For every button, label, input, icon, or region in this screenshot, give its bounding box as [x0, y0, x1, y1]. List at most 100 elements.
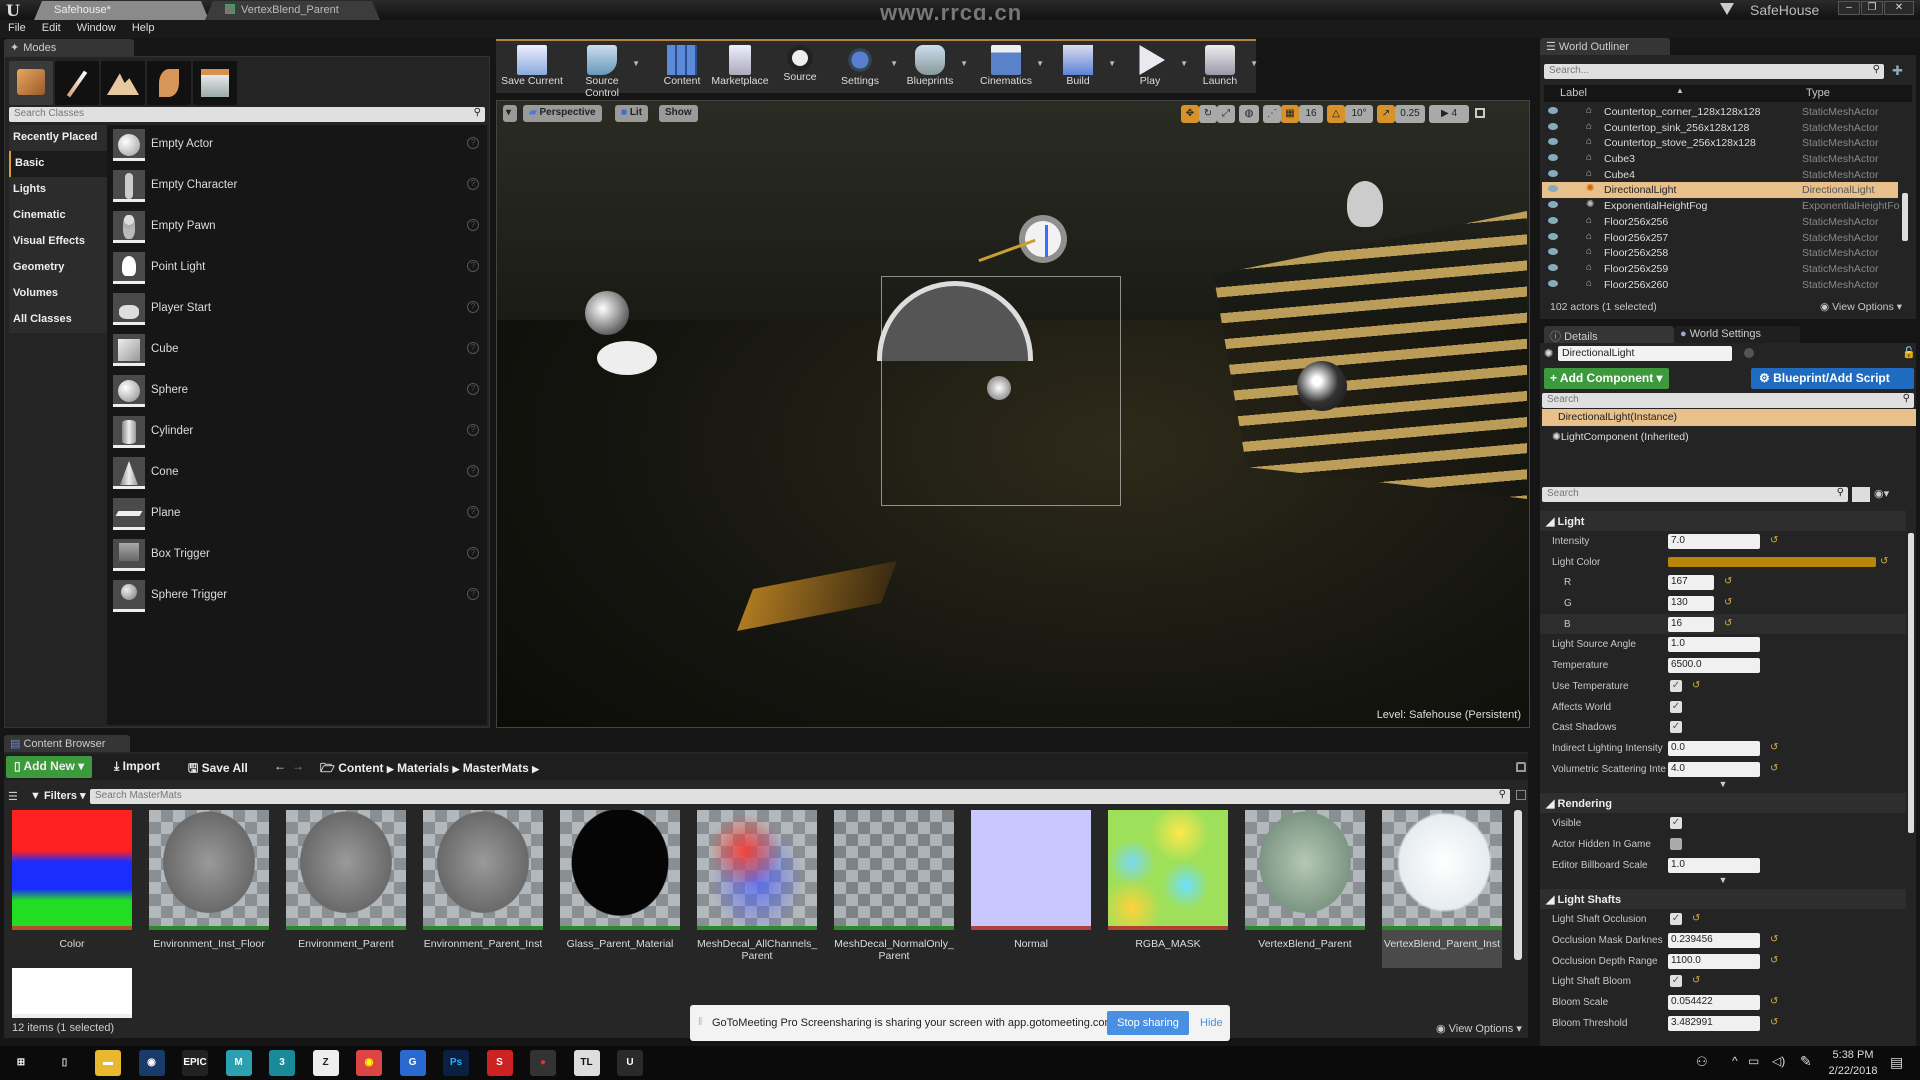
visible-checkbox[interactable]: ✓: [1670, 817, 1682, 830]
reset-to-default-icon[interactable]: ↺: [1770, 996, 1778, 1007]
section-rendering-header[interactable]: ◢ Rendering: [1540, 793, 1906, 814]
category-lights[interactable]: Lights: [9, 177, 107, 203]
component-light-inherited[interactable]: ✺LightComponent (Inherited): [1552, 431, 1689, 443]
visibility-eye-icon[interactable]: [1548, 201, 1558, 209]
place-item-plane[interactable]: Plane?: [107, 494, 487, 535]
asset-tile[interactable]: RGBA_MASK: [1108, 810, 1228, 968]
outliner-row[interactable]: ⌂ Floor256x258 StaticMeshActor: [1542, 245, 1898, 261]
reset-to-default-icon[interactable]: ↺: [1692, 680, 1700, 691]
clock-date[interactable]: 2/22/2018: [1822, 1065, 1884, 1077]
geometry-mode-icon[interactable]: [193, 61, 237, 105]
help-icon[interactable]: ?: [467, 506, 479, 518]
actor-name-input[interactable]: DirectionalLight: [1558, 346, 1732, 361]
dropdown-arrow-icon[interactable]: ▼: [632, 59, 640, 68]
help-icon[interactable]: ?: [467, 178, 479, 190]
show-button[interactable]: Show: [659, 105, 698, 122]
gotomeeting-icon[interactable]: G: [399, 1050, 426, 1076]
save-current-button[interactable]: Save Current: [498, 43, 566, 93]
dropdown-arrow-icon[interactable]: ▼: [960, 59, 968, 68]
expand-advanced-icon[interactable]: ▼: [1540, 875, 1906, 889]
category-basic[interactable]: Basic: [9, 151, 107, 177]
menu-help[interactable]: Help: [124, 20, 163, 36]
asset-tile[interactable]: Color: [12, 810, 132, 968]
components-search-input[interactable]: Search ⚲: [1542, 393, 1914, 408]
breadcrumb-arrow-icon[interactable]: ▶: [532, 764, 539, 774]
help-icon[interactable]: ?: [467, 383, 479, 395]
settings-button[interactable]: Settings ▼: [826, 43, 898, 93]
breadcrumb-arrow-icon[interactable]: ▶: [387, 764, 394, 774]
expand-advanced-icon[interactable]: ▼: [1540, 779, 1906, 793]
outliner-row[interactable]: ⌂ Countertop_corner_128x128x128 StaticMesh…: [1542, 104, 1898, 120]
temperature-input[interactable]: 6500.0: [1668, 658, 1760, 674]
place-item-cone[interactable]: Cone?: [107, 453, 487, 494]
dropdown-arrow-icon[interactable]: ▼: [1108, 59, 1116, 68]
visibility-eye-icon[interactable]: [1548, 248, 1558, 256]
asset-tile[interactable]: MeshDecal_NormalOnly_ Parent: [834, 810, 954, 968]
volume-icon[interactable]: ◁): [1772, 1054, 1785, 1068]
dropdown-arrow-icon[interactable]: ▼: [1250, 59, 1258, 68]
scale-snap-value[interactable]: 0.25: [1395, 105, 1425, 123]
visibility-eye-icon[interactable]: [1548, 138, 1558, 146]
feedback-icon[interactable]: [1720, 3, 1734, 15]
visibility-eye-icon[interactable]: [1548, 107, 1558, 114]
place-item-point-light[interactable]: Point Light?: [107, 248, 487, 289]
surface-snap-icon[interactable]: ⋰: [1263, 105, 1281, 123]
play-button[interactable]: Play ▼: [1116, 43, 1188, 93]
reset-to-default-icon[interactable]: ↺: [1692, 913, 1700, 924]
reset-to-default-icon[interactable]: ↺: [1724, 597, 1732, 608]
hidden-in-game-checkbox[interactable]: [1670, 837, 1682, 850]
help-icon[interactable]: ?: [467, 301, 479, 313]
light-color-swatch[interactable]: [1668, 556, 1876, 567]
maximize-button[interactable]: ❐: [1861, 1, 1883, 15]
chrome-icon[interactable]: ◉: [356, 1050, 382, 1076]
place-item-player-start[interactable]: Player Start?: [107, 289, 487, 330]
breadcrumb-arrow-icon[interactable]: ▶: [453, 764, 460, 774]
occlusion-depth-range-input[interactable]: 1100.0: [1668, 953, 1760, 969]
property-matrix-icon[interactable]: [1852, 487, 1870, 502]
people-icon[interactable]: ⚇: [1696, 1054, 1708, 1070]
modes-tab[interactable]: ✦ Modes: [4, 39, 134, 56]
visibility-eye-icon[interactable]: [1548, 232, 1558, 240]
category-all-classes[interactable]: All Classes: [9, 307, 107, 333]
outliner-row[interactable]: ⌂ Floor256x256 StaticMeshActor: [1542, 214, 1898, 230]
asset-tile[interactable]: VertexBlend_Parent: [1245, 810, 1365, 968]
reset-to-default-icon[interactable]: ↺: [1770, 742, 1778, 753]
import-button[interactable]: ⤓ Import: [106, 756, 168, 778]
r-input[interactable]: 167: [1668, 575, 1714, 591]
action-center-icon[interactable]: ▤: [1890, 1054, 1903, 1071]
asset-tile[interactable]: Glass_Parent_Material: [560, 810, 680, 968]
marketplace-button[interactable]: Marketplace: [706, 43, 774, 93]
volumetric-scattering-input[interactable]: 4.0: [1668, 761, 1760, 777]
help-icon[interactable]: ?: [467, 547, 479, 559]
details-scrollbar[interactable]: [1908, 533, 1914, 833]
details-search-input[interactable]: Search ⚲: [1542, 487, 1848, 502]
level-viewport[interactable]: ▾ ▰ Perspective ■ Lit Show ✥ ↻ ⤢ ◍ ⋰ ▦ 1…: [496, 100, 1530, 728]
component-directional-light-instance[interactable]: DirectionalLight(Instance): [1542, 409, 1916, 426]
visibility-eye-icon[interactable]: [1548, 154, 1558, 162]
asset-tile[interactable]: VertexBlend_Parent_Inst: [1382, 810, 1502, 968]
add-component-button[interactable]: + Add Component ▾: [1544, 368, 1669, 389]
reset-to-default-icon[interactable]: ↺: [1770, 1017, 1778, 1028]
foliage-mode-icon[interactable]: [147, 61, 191, 105]
perspective-button[interactable]: ▰ Perspective: [523, 105, 602, 122]
visibility-eye-icon[interactable]: [1548, 185, 1558, 193]
category-visual-effects[interactable]: Visual Effects: [9, 229, 107, 255]
build-button[interactable]: Build ▼: [1044, 43, 1116, 93]
hide-button[interactable]: Hide: [1200, 1017, 1223, 1029]
place-item-box-trigger[interactable]: Box Trigger?: [107, 535, 487, 576]
bloom-threshold-input[interactable]: 3.482991: [1668, 1015, 1760, 1031]
sort-ascending-icon[interactable]: ▲: [1676, 86, 1684, 95]
show-hidden-icons-icon[interactable]: ^: [1732, 1054, 1738, 1068]
column-type[interactable]: Type: [1806, 87, 1830, 99]
outliner-scrollbar[interactable]: [1902, 193, 1908, 241]
place-item-empty-actor[interactable]: Empty Actor?: [107, 125, 487, 166]
reset-to-default-icon[interactable]: ↺: [1724, 618, 1732, 629]
asset-tile[interactable]: MeshDecal_AllChannels_ Parent: [697, 810, 817, 968]
outliner-row[interactable]: ⌂ Cube4 StaticMeshActor: [1542, 167, 1898, 183]
filters-button[interactable]: ▼ Filters ▾: [30, 789, 86, 802]
outliner-row[interactable]: ⌂ Floor256x257 StaticMeshActor: [1542, 230, 1898, 246]
billboard-scale-input[interactable]: 1.0: [1668, 857, 1760, 873]
close-button[interactable]: ✕: [1884, 1, 1914, 15]
outliner-row[interactable]: ✺ DirectionalLight DirectionalLight: [1542, 182, 1898, 199]
windows-start-icon[interactable]: ⊞: [8, 1050, 34, 1076]
